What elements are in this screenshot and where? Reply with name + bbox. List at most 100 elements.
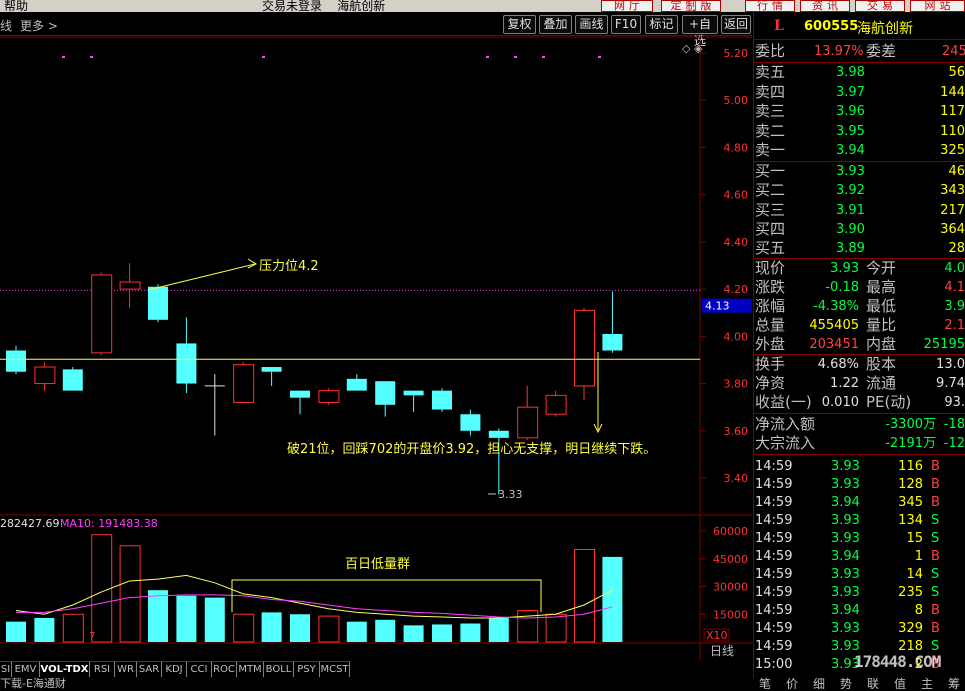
tick-row: 14:59 3.93 15 S — [754, 529, 965, 548]
indicator-tab-vol-tdx[interactable]: VOL-TDX — [40, 661, 90, 677]
low-volume-box — [231, 579, 542, 612]
indicator-tab-psy[interactable]: PSY — [294, 661, 320, 677]
buy-level-volume: 46 — [948, 164, 965, 179]
stat-value: 3.9 — [944, 299, 965, 314]
tick-row: 14:59 3.93 128 B — [754, 475, 965, 494]
candle — [403, 390, 424, 412]
indicator-tab-emv[interactable]: EMV — [12, 661, 40, 677]
buy-level-label: 买一 — [755, 162, 786, 180]
stat-value: -0.18 — [825, 280, 859, 295]
tick-price: 3.93 — [831, 513, 860, 528]
indicator-tab-si[interactable]: SI — [0, 661, 12, 677]
stat-value: 203451 — [809, 337, 859, 352]
quote-side-tab[interactable]: 筹 — [948, 678, 960, 690]
volume-bar — [574, 549, 595, 643]
tick-side: S — [931, 585, 940, 600]
tick-price: 3.94 — [831, 603, 860, 618]
tick-volume: 8 — [914, 603, 923, 618]
stat-row: 总量 455405 量比 2.1 — [754, 316, 965, 335]
top-button-website[interactable]: 网站 — [910, 0, 965, 12]
price-tick-label: 3.60 — [724, 425, 749, 438]
indicator-tab-rsi[interactable]: RSI — [90, 661, 115, 677]
volume-bar — [346, 621, 367, 642]
tick-time: 14:59 — [755, 639, 793, 654]
buy-level-row: 买一 3.93 46 — [754, 162, 965, 181]
tick-row: 14:59 3.94 1 B — [754, 547, 965, 566]
volume-axis: 60000 45000 30000 15000 X10 — [700, 525, 748, 642]
chart-area[interactable]: 5.20 5.00 4.80 4.60 4.40 4.20 4.00 3.80 3.60 3.40… — [0, 0, 753, 661]
quote-side-tab[interactable]: 主 — [921, 678, 933, 690]
volume-bar — [34, 617, 55, 642]
buy-level-price: 3.91 — [836, 202, 865, 218]
low-volume-label: 百日低量群 — [345, 557, 410, 572]
month-marker: 7 — [89, 631, 95, 642]
stat-label: 流通 — [866, 374, 897, 392]
stat-label: 内盘 — [866, 335, 897, 353]
flow-value: -2191万 — [885, 436, 936, 451]
indicator-tab-kdj[interactable]: KDJ — [162, 661, 187, 677]
stat-label: 总量 — [755, 316, 786, 334]
quote-side-tab[interactable]: 势 — [840, 678, 852, 690]
sell-level-row: 卖五 3.98 56 — [754, 63, 965, 82]
buy-level-row: 买四 3.90 364 — [754, 220, 965, 239]
stat-value: 455405 — [809, 318, 859, 333]
quote-header: L 600555 海航创新 — [754, 12, 965, 40]
indicator-tab-sar[interactable]: SAR — [137, 661, 162, 677]
tick-time: 14:59 — [755, 567, 793, 582]
candle — [91, 272, 113, 356]
sell-level-volume: 325 — [940, 143, 965, 158]
tick-price: 3.93 — [831, 477, 860, 492]
stat-label: 净资 — [755, 374, 786, 392]
period-label: 日线 — [710, 644, 734, 658]
volume-bar — [318, 615, 340, 643]
tick-price: 3.94 — [831, 495, 860, 510]
volume-bar — [602, 556, 623, 642]
quote-side-tabs: 笔价细势联值主筹 — [753, 678, 965, 691]
indicator-tab-mtm[interactable]: MTM — [237, 661, 264, 677]
stat-row: 换手 4.68% 股本 13.0 — [754, 355, 965, 374]
tick-time: 14:59 — [755, 495, 793, 510]
tick-side: S — [931, 513, 940, 528]
stat-label: 涨幅 — [755, 297, 786, 315]
sell-level-label: 卖五 — [755, 63, 786, 81]
stat-label: 涨跌 — [755, 278, 786, 296]
tick-row: 14:59 3.93 134 S — [754, 511, 965, 530]
buy-level-price: 3.89 — [836, 241, 865, 257]
stat-value: 93. — [944, 395, 965, 410]
chart-corner-icon[interactable]: ◇ ◈ — [682, 42, 703, 55]
indicator-tab-roc[interactable]: ROC — [212, 661, 237, 677]
top-button-news[interactable]: 资讯 — [800, 0, 850, 12]
stat-label: 现价 — [755, 259, 786, 277]
candle — [602, 291, 623, 353]
flow-label: 净流入额 — [755, 415, 816, 433]
sell-level-row: 卖四 3.97 144 — [754, 83, 965, 102]
volume-bar — [375, 619, 396, 642]
quote-side-tab[interactable]: 笔 — [759, 678, 771, 690]
indicator-tab-wr[interactable]: WR — [115, 661, 137, 677]
stat-row: 外盘 203451 内盘 25195 — [754, 335, 965, 354]
candle — [290, 390, 310, 415]
candle — [432, 388, 452, 412]
quote-side-tab[interactable]: 价 — [786, 678, 798, 690]
weibi-row: 委比 13.97% 委差 245 — [754, 42, 965, 61]
quote-side-tab[interactable]: 值 — [894, 678, 906, 690]
watermark: 178448.COM — [854, 652, 941, 671]
volume-bar — [460, 623, 481, 642]
top-button-trade[interactable]: 交易 — [855, 0, 905, 12]
volume-ma10-label: MA10: 191483.38 — [60, 517, 158, 530]
tick-volume: 134 — [898, 513, 923, 528]
indicator-tab-cci[interactable]: CCI — [187, 661, 212, 677]
svg-text:4.13: 4.13 — [705, 300, 730, 313]
quote-side-tab[interactable]: 细 — [813, 678, 825, 690]
indicator-tab-boll[interactable]: BOLL — [264, 661, 294, 677]
sell-level-price: 3.94 — [836, 143, 865, 158]
sell-level-row: 卖二 3.95 110 — [754, 122, 965, 141]
stock-name: 海航创新 — [857, 21, 913, 37]
volume-unit: X10 — [706, 629, 728, 642]
price-tick-label: 4.60 — [724, 189, 749, 202]
candle — [62, 367, 83, 391]
volume-bar — [62, 613, 84, 643]
indicator-tab-mcst[interactable]: MCST — [320, 661, 350, 677]
quote-side-tab[interactable]: 联 — [867, 678, 879, 690]
tick-side: B — [931, 549, 940, 564]
